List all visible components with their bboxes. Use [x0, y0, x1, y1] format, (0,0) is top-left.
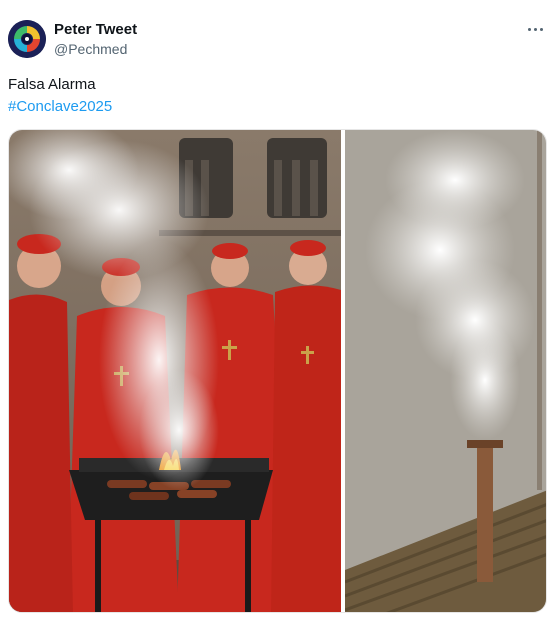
more-horizontal-icon[interactable] [525, 22, 545, 38]
display-name[interactable]: Peter Tweet [54, 21, 137, 39]
hashtag-link[interactable]: #Conclave2025 [8, 96, 112, 118]
avatar[interactable] [8, 20, 46, 58]
cardinals-barbecue-photo[interactable] [9, 130, 341, 612]
tweet-text-line: Falsa Alarma [8, 76, 96, 93]
tweet-header: Peter Tweet @Pechmed [8, 18, 547, 62]
tweet-text: Falsa Alarma #Conclave2025 [8, 74, 112, 118]
media-grid [8, 129, 547, 613]
author-names[interactable]: Peter Tweet @Pechmed [54, 21, 137, 58]
white-smoke-chimney-photo[interactable] [345, 130, 546, 612]
user-handle[interactable]: @Pechmed [54, 40, 137, 58]
swirl-avatar-icon [8, 20, 46, 58]
